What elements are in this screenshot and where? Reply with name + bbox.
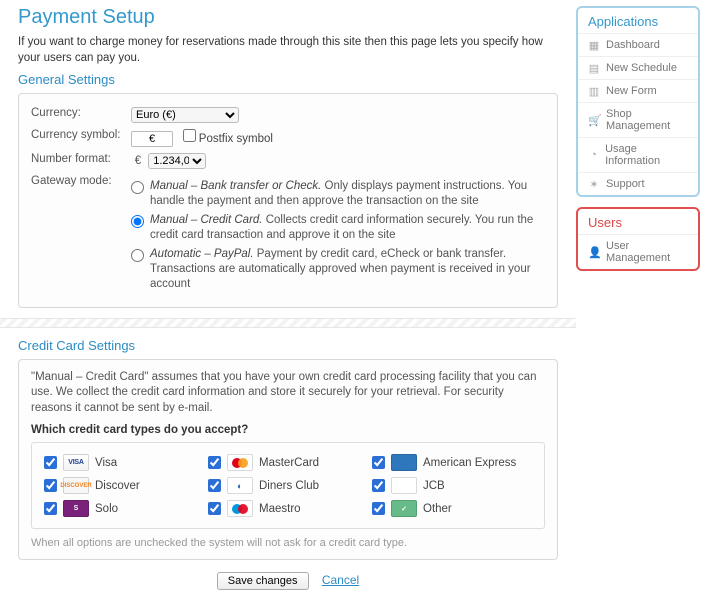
gateway-radio-cc[interactable] [131, 215, 144, 228]
save-button[interactable]: Save changes [217, 572, 309, 590]
card-label: American Express [423, 457, 516, 469]
visa-icon: VISA [63, 454, 89, 471]
gateway-option-manual-bank[interactable]: Manual – Bank transfer or Check. Only di… [131, 177, 545, 211]
solo-icon: S [63, 500, 89, 517]
cart-icon: 🛒 [588, 114, 600, 126]
card-label: Diners Club [259, 480, 319, 492]
card-discover-checkbox[interactable] [44, 479, 57, 492]
card-label: Maestro [259, 503, 301, 515]
cc-desc: "Manual – Credit Card" assumes that you … [31, 370, 545, 417]
sidebar-item-user-management[interactable]: 👤 User Management [578, 234, 698, 269]
card-label: Solo [95, 503, 118, 515]
card-label: MasterCard [259, 457, 319, 469]
card-label: Discover [95, 480, 140, 492]
gateway-radio-paypal[interactable] [131, 249, 144, 262]
general-heading: General Settings [18, 72, 558, 87]
card-diners[interactable]: ◐ Diners Club [206, 474, 370, 497]
card-grid: VISA Visa MasterCard American Express DIS… [31, 442, 545, 529]
sidebar-item-new-form[interactable]: ▥ New Form [578, 79, 698, 102]
calendar-icon: ▤ [588, 62, 600, 74]
card-amex-checkbox[interactable] [372, 456, 385, 469]
gateway-option-paypal[interactable]: Automatic – PayPal. Payment by credit ca… [131, 245, 545, 294]
mastercard-icon [227, 454, 253, 471]
currency-label: Currency: [31, 107, 131, 119]
page-intro: If you want to charge money for reservat… [18, 35, 558, 66]
gateway-radio-bank[interactable] [131, 181, 144, 194]
symbol-input[interactable] [131, 131, 173, 147]
sidebar-item-label: New Form [606, 85, 657, 97]
card-other-checkbox[interactable] [372, 502, 385, 515]
postfix-checkbox[interactable] [183, 129, 196, 142]
dashboard-icon: ▦ [588, 39, 600, 51]
sidebar-item-label: User Management [606, 240, 688, 264]
card-visa-checkbox[interactable] [44, 456, 57, 469]
sidebar-item-label: New Schedule [606, 62, 677, 74]
cc-panel: "Manual – Credit Card" assumes that you … [18, 359, 558, 561]
sidebar-item-label: Shop Management [606, 108, 688, 132]
cc-heading: Credit Card Settings [18, 338, 558, 353]
sidebar-item-shop-management[interactable]: 🛒 Shop Management [578, 102, 698, 137]
sidebar-item-support[interactable]: ✶ Support [578, 172, 698, 195]
card-mastercard[interactable]: MasterCard [206, 451, 370, 474]
sidebar-item-label: Dashboard [606, 39, 660, 51]
cancel-link[interactable]: Cancel [322, 573, 359, 587]
support-icon: ✶ [588, 178, 600, 190]
applications-title: Applications [578, 8, 698, 33]
section-divider [0, 318, 576, 328]
card-diners-checkbox[interactable] [208, 479, 221, 492]
card-mastercard-checkbox[interactable] [208, 456, 221, 469]
jcb-icon [391, 477, 417, 494]
gateway-label: Gateway mode: [31, 175, 131, 187]
sidebar-item-usage-information[interactable]: ◔ Usage Information [578, 137, 698, 172]
currency-select[interactable]: Euro (€) [131, 107, 239, 123]
card-maestro[interactable]: Maestro [206, 497, 370, 520]
maestro-icon [227, 500, 253, 517]
sidebar-item-new-schedule[interactable]: ▤ New Schedule [578, 56, 698, 79]
card-label: Other [423, 503, 452, 515]
card-maestro-checkbox[interactable] [208, 502, 221, 515]
sidebar-item-dashboard[interactable]: ▦ Dashboard [578, 33, 698, 56]
card-solo[interactable]: S Solo [42, 497, 206, 520]
amex-icon [391, 454, 417, 471]
users-box: Users 👤 User Management [576, 207, 700, 271]
format-prefix: € [131, 155, 145, 167]
card-jcb[interactable]: JCB [370, 474, 534, 497]
cc-question: Which credit card types do you accept? [31, 424, 545, 436]
form-icon: ▥ [588, 85, 600, 97]
sidebar-item-label: Support [606, 178, 645, 190]
page-title: Payment Setup [18, 6, 558, 29]
postfix-label: Postfix symbol [199, 133, 273, 145]
card-discover[interactable]: DISCOVER Discover [42, 474, 206, 497]
sidebar-item-label: Usage Information [605, 143, 688, 167]
diners-icon: ◐ [227, 477, 253, 494]
card-amex[interactable]: American Express [370, 451, 534, 474]
discover-icon: DISCOVER [63, 477, 89, 494]
card-visa[interactable]: VISA Visa [42, 451, 206, 474]
applications-box: Applications ▦ Dashboard ▤ New Schedule ▥ N… [576, 6, 700, 197]
card-jcb-checkbox[interactable] [372, 479, 385, 492]
format-select[interactable]: 1.234,00 [148, 153, 206, 169]
card-other[interactable]: ✓ Other [370, 497, 534, 520]
card-solo-checkbox[interactable] [44, 502, 57, 515]
other-card-icon: ✓ [391, 500, 417, 517]
format-label: Number format: [31, 153, 131, 165]
card-label: JCB [423, 480, 445, 492]
symbol-label: Currency symbol: [31, 129, 131, 141]
users-title: Users [578, 209, 698, 234]
card-label: Visa [95, 457, 117, 469]
gateway-option-manual-cc[interactable]: Manual – Credit Card. Collects credit ca… [131, 211, 545, 245]
user-icon: 👤 [588, 246, 600, 258]
info-icon: ◔ [588, 149, 599, 161]
general-panel: Currency: Euro (€) Currency symbol: Post… [18, 93, 558, 308]
